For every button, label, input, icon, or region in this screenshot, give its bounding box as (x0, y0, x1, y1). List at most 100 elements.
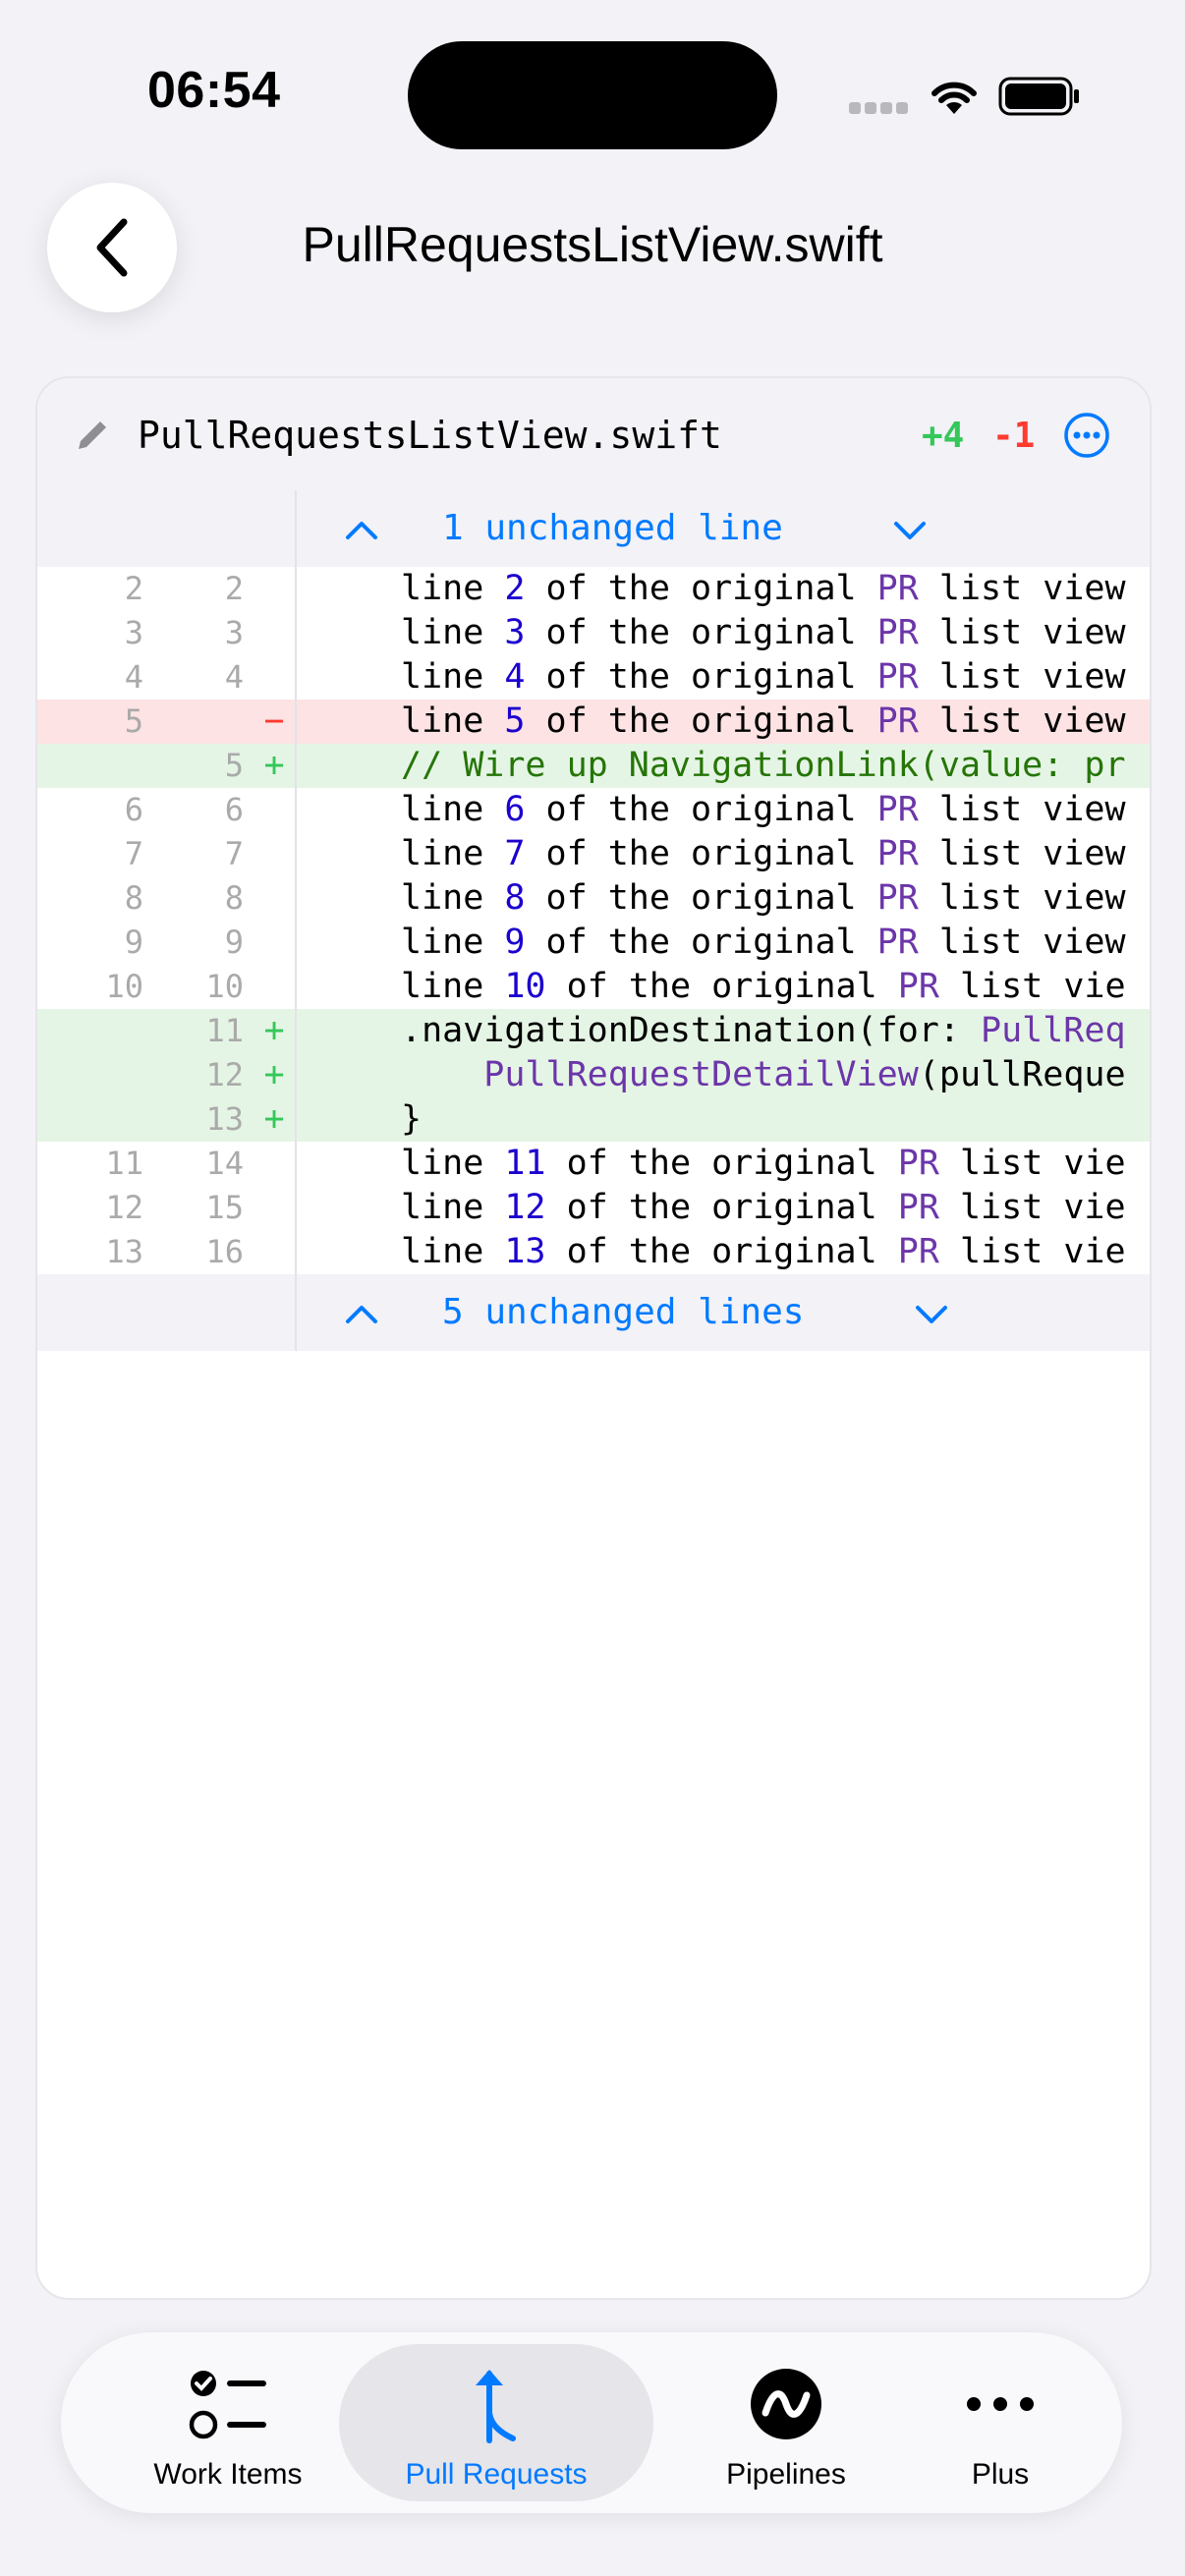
line-gutter: 5− (37, 700, 297, 744)
code-token: line (401, 569, 505, 608)
merge-arrow-icon (476, 2370, 516, 2443)
code-text: PullRequestDetailView(pullReque (401, 1053, 1126, 1097)
expand-bottom-row[interactable]: 5 unchanged lines (37, 1274, 1150, 1351)
old-line-number: 4 (124, 658, 143, 696)
old-line-number: 3 (124, 614, 143, 651)
tab-pull-requests[interactable]: Pull Requests (339, 2332, 653, 2513)
new-line-number: 5 (224, 747, 244, 784)
added-line: 11 + .navigationDestination(for: PullReq (37, 1009, 1150, 1053)
new-line-number: 13 (205, 1100, 244, 1138)
code-token: 13 (504, 1232, 546, 1271)
code-token: line (401, 701, 505, 741)
code-token: (pullReque (918, 1055, 1126, 1094)
code-token: of the original (525, 657, 877, 697)
context-line: 3 3 line 3 of the original PR list view (37, 611, 1150, 655)
code-token: 12 (504, 1188, 546, 1227)
code-token: PR (876, 701, 919, 741)
old-line-number: 7 (124, 835, 143, 872)
new-line-number: 2 (224, 570, 244, 607)
new-line-number: 9 (224, 924, 244, 961)
tab-label: Work Items (153, 2458, 303, 2491)
code-token: line (401, 657, 505, 697)
file-header: PullRequestsListView.swift +4 -1 (37, 378, 1150, 492)
code-token: PR (897, 1144, 939, 1183)
line-gutter: 10 10 (37, 965, 297, 1009)
new-line-number: 16 (205, 1233, 244, 1270)
tab-label: Pull Requests (405, 2458, 588, 2491)
code-token: line (401, 878, 505, 918)
new-line-number: 8 (224, 879, 244, 917)
code-token: list view (918, 923, 1126, 962)
new-line-number: 12 (205, 1056, 244, 1093)
line-gutter: 11 14 (37, 1142, 297, 1186)
code-token: PR (876, 569, 919, 608)
new-line-number: 15 (205, 1189, 244, 1226)
chevron-up-icon[interactable] (344, 1296, 379, 1331)
tab-label: Plus (971, 2458, 1030, 2491)
status-time: 06:54 (147, 62, 281, 119)
tab-label: Pipelines (726, 2458, 846, 2491)
unchanged-lines-bottom-label[interactable]: 5 unchanged lines (442, 1292, 804, 1332)
code-token: of the original (525, 790, 877, 829)
code-token: of the original (545, 1188, 898, 1227)
context-line: 13 16 line 13 of the original PR list vie (37, 1230, 1150, 1274)
code-token: } (401, 1099, 423, 1139)
context-line: 11 14 line 11 of the original PR list vie (37, 1142, 1150, 1186)
code-token: 2 (504, 569, 526, 608)
code-token: 9 (504, 923, 526, 962)
tab-plus[interactable]: Plus (902, 2332, 1099, 2513)
context-line: 6 6 line 6 of the original PR list view (37, 788, 1150, 832)
diff-marker: − (263, 701, 285, 741)
code-token: list view (918, 790, 1126, 829)
code-text: line 4 of the original PR list view (401, 655, 1126, 700)
code-token: line (401, 967, 505, 1006)
tab-pipelines[interactable]: Pipelines (678, 2332, 894, 2513)
new-line-number: 4 (224, 658, 244, 696)
code-token: .navigationDestination(for: (401, 1011, 982, 1050)
line-gutter: 12 + (37, 1053, 297, 1097)
old-line-number: 8 (124, 879, 143, 917)
diff-marker: + (263, 1011, 285, 1050)
code-text: line 9 of the original PR list view (401, 921, 1126, 965)
checklist-icon (189, 2371, 266, 2439)
unchanged-lines-top-label[interactable]: 1 unchanged line (442, 508, 783, 548)
added-line: 12 + PullRequestDetailView(pullReque (37, 1053, 1150, 1097)
old-line-number: 13 (105, 1233, 143, 1270)
old-line-number: 12 (105, 1189, 143, 1226)
tab-work-items[interactable]: Work Items (120, 2332, 336, 2513)
old-line-number: 6 (124, 791, 143, 828)
diff-marker: + (263, 1055, 285, 1094)
chevron-up-icon[interactable] (344, 512, 379, 547)
file-name: PullRequestsListView.swift (138, 414, 722, 457)
old-line-number: 9 (124, 924, 143, 961)
more-options-button[interactable] (1063, 412, 1110, 459)
expand-top-row[interactable]: 1 unchanged line (37, 490, 1150, 567)
code-token: line (401, 1232, 505, 1271)
diff-card: PullRequestsListView.swift +4 -1 1 uncha… (35, 376, 1152, 2300)
code-text: line 6 of the original PR list view (401, 788, 1126, 832)
context-line: 9 9 line 9 of the original PR list view (37, 921, 1150, 965)
code-token: of the original (525, 834, 877, 873)
page-title: PullRequestsListView.swift (302, 217, 883, 272)
new-line-number: 7 (224, 835, 244, 872)
context-line: 2 2 line 2 of the original PR list view (37, 567, 1150, 611)
line-gutter: 22 (37, 567, 297, 611)
ellipsis-icon (967, 2397, 1034, 2411)
code-text: // Wire up NavigationLink(value: pr (401, 744, 1126, 788)
line-gutter: 33 (37, 611, 297, 655)
line-gutter: 99 (37, 921, 297, 965)
code-token: list vie (938, 1144, 1126, 1183)
chevron-down-icon[interactable] (892, 512, 928, 547)
old-line-number: 2 (124, 570, 143, 607)
chevron-down-icon[interactable] (914, 1296, 949, 1331)
context-line: 4 4 line 4 of the original PR list view (37, 655, 1150, 700)
code-token: PR (897, 1232, 939, 1271)
pipelines-icon (751, 2369, 821, 2439)
diff-marker: + (263, 1099, 285, 1139)
code-text: line 10 of the original PR list vie (401, 965, 1126, 1009)
code-token: PR (876, 923, 919, 962)
code-token: PR (876, 790, 919, 829)
code-text: } (401, 1097, 422, 1142)
code-token: line (401, 923, 505, 962)
code-token: PR (876, 613, 919, 652)
